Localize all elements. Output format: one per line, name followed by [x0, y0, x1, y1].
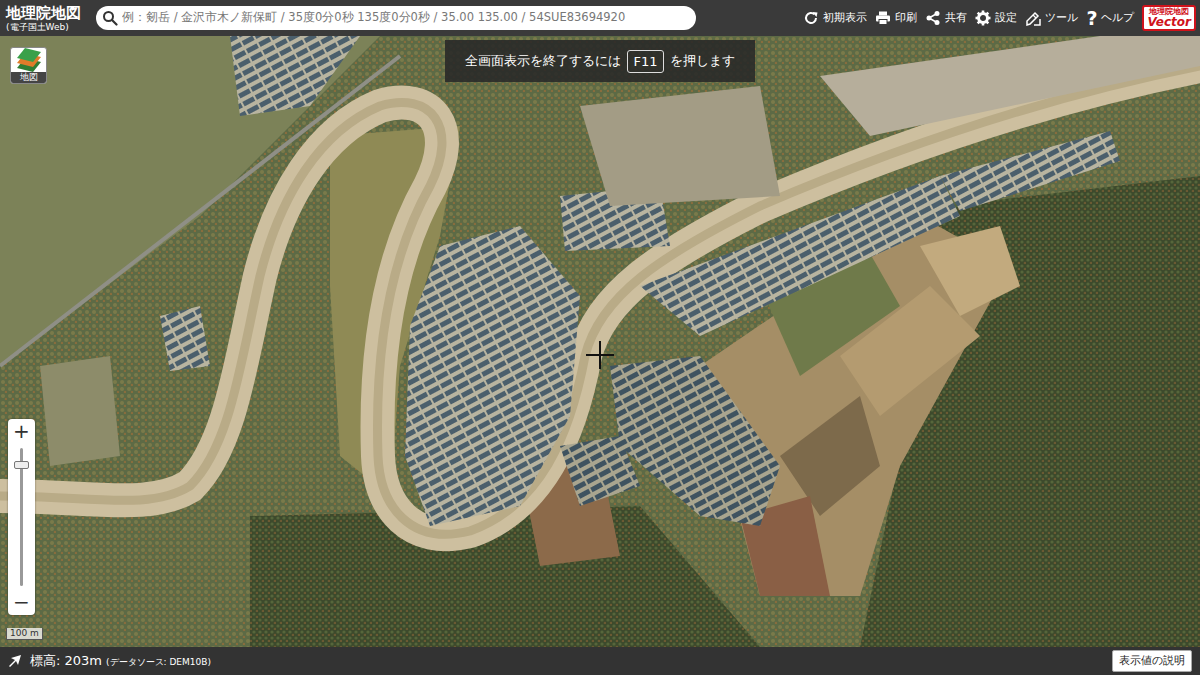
elevation-info: 標高: 203m (データソース: DEM10B) [30, 651, 211, 671]
vector-badge[interactable]: 地理院地図Vector [1142, 5, 1196, 31]
toolbar-label: 設定 [995, 10, 1017, 27]
badge-vector: Vector [1147, 16, 1191, 28]
tool-icon [1025, 10, 1041, 26]
badge-title: 地理院地図 [1147, 8, 1191, 16]
data-source: (データソース: DEM10B) [106, 656, 211, 670]
top-bar: 地理院地図(電子国土Web)初期表示印刷共有設定ツール?ヘルプ地理院地図Vect… [0, 0, 1200, 36]
refresh-icon [803, 10, 819, 26]
help-icon: ? [1086, 9, 1097, 28]
status-bar: 標高: 203m (データソース: DEM10B) 表示値の説明 [0, 647, 1200, 675]
zoom-out-button[interactable]: − [8, 590, 35, 615]
fullscreen-notice: 全画面表示を終了するには F11 を押します [445, 40, 755, 82]
notice-text: 全画面表示を終了するには [465, 51, 621, 71]
toolbar-label: 初期表示 [823, 10, 867, 27]
zoom-handle[interactable] [14, 461, 29, 469]
scale-bar: 100 m [6, 628, 43, 640]
toolbar-button[interactable]: ?ヘルプ [1086, 9, 1134, 28]
toolbar-button[interactable]: 設定 [975, 10, 1017, 27]
app-subtitle: (電子国土Web) [6, 23, 88, 32]
map-view[interactable]: 全画面表示を終了するにはF11を押します地図+−100 m [0, 36, 1200, 647]
notice-text: を押します [670, 51, 735, 71]
toolbar-label: ヘルプ [1101, 10, 1134, 27]
toolbar-button[interactable]: 印刷 [875, 10, 917, 27]
crosshair-icon [586, 341, 614, 369]
zoom-level [8, 465, 35, 586]
layers-icon [11, 48, 46, 74]
toolbar-button[interactable]: 共有 [925, 10, 967, 27]
zoom-in-button[interactable]: + [8, 419, 35, 444]
gear-icon [975, 10, 991, 26]
search-icon [102, 10, 118, 26]
app-logo[interactable]: 地理院地図 (電子国土Web) [4, 3, 88, 34]
explain-button[interactable]: 表示値の説明 [1112, 650, 1192, 673]
expand-arrow-icon [8, 654, 22, 668]
toolbar: 初期表示印刷共有設定ツール?ヘルプ [803, 9, 1134, 28]
share-icon [925, 10, 941, 26]
toolbar-button[interactable]: 初期表示 [803, 10, 867, 27]
elevation: 標高: 203m [30, 651, 102, 671]
f11-key: F11 [627, 50, 663, 73]
search-box [96, 6, 696, 30]
zoom-control: +− [8, 419, 35, 615]
toolbar-label: ツール [1045, 10, 1078, 27]
toolbar-label: 印刷 [895, 10, 917, 27]
zoom-slider[interactable] [8, 444, 35, 590]
printer-icon [875, 10, 891, 26]
layer-button[interactable]: 地図 [10, 47, 47, 84]
app-title: 地理院地図 [6, 6, 88, 21]
layer-label: 地図 [11, 72, 46, 83]
toolbar-label: 共有 [945, 10, 967, 27]
search-input[interactable] [122, 9, 688, 26]
toolbar-button[interactable]: ツール [1025, 10, 1078, 27]
